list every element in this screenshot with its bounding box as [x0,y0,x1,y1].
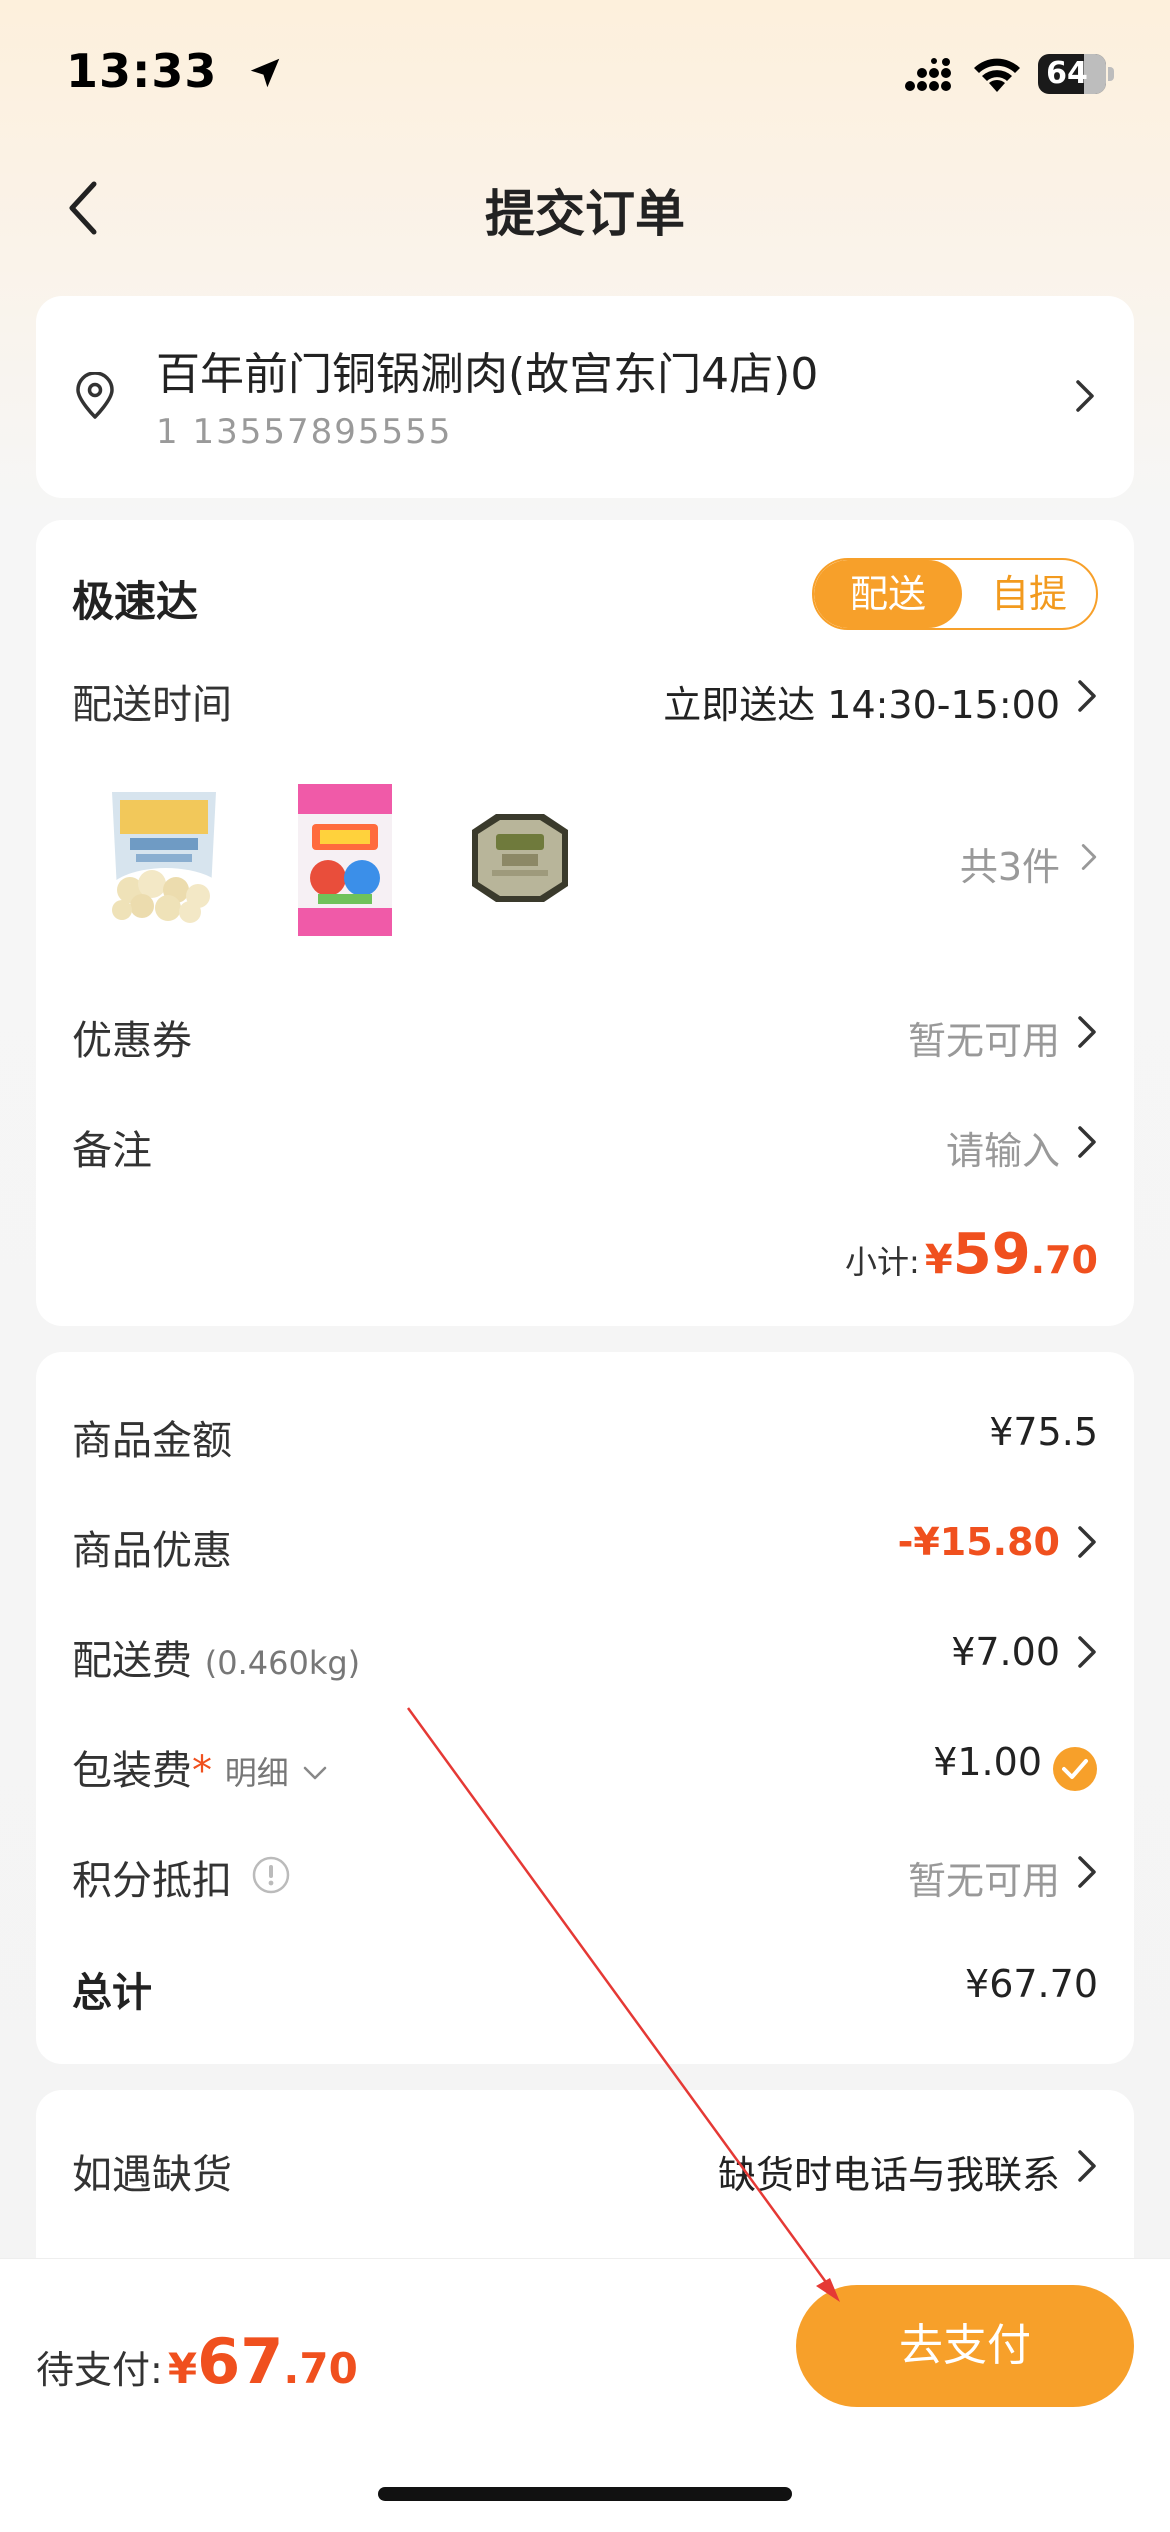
wifi-icon [974,58,1020,92]
mode-pickup-option[interactable]: 自提 [962,560,1096,628]
item-count[interactable]: 共3件 [960,836,1060,891]
out-of-stock-option[interactable]: 缺货时电话与我联系 [718,2144,1060,2199]
total-value: ¥67.70 [965,1962,1098,2006]
subtotal-currency: ¥ [924,1237,953,1283]
chevron-right-icon [1078,2150,1096,2182]
home-indicator [378,2487,792,2501]
points-value[interactable]: 暂无可用 [908,1850,1060,1905]
delivery-fee-value[interactable]: ¥7.00 [951,1630,1060,1674]
chevron-right-icon [1078,1526,1096,1558]
product-thumbnail[interactable] [270,778,420,938]
delivery-mode-toggle[interactable]: 配送 自提 [812,558,1098,630]
amount-due: 待支付: ¥67.70 [36,2325,358,2398]
shop-name: 极速达 [72,577,199,626]
required-star: * [192,1748,212,1794]
chevron-right-icon [1076,380,1094,412]
fee-card: 商品金额 ¥75.5 商品优惠 -¥15.80 配送费 (0.460kg) ¥7… [36,1352,1134,2064]
packaging-fee-value: ¥1.00 [933,1740,1042,1784]
battery-level: 64 [1046,56,1088,91]
delivery-weight: (0.460kg) [204,1644,361,1682]
product-thumbnail[interactable] [90,778,240,938]
cellular-signal-icon [905,58,951,91]
coupon-label: 优惠券 [72,1018,192,1064]
goods-amount-label: 商品金额 [72,1418,232,1464]
delivery-fee-text: 配送费 [72,1638,192,1684]
out-of-stock-label: 如遇缺货 [72,2152,232,2198]
info-icon[interactable] [252,1856,290,1894]
goods-discount-label: 商品优惠 [72,1528,232,1574]
address-contact: 1 13557895555 [156,412,453,452]
delivery-time-value[interactable]: 立即送达 14:30-15:00 [663,674,1060,729]
total-label: 总计 [72,1970,152,2016]
packaging-fee-label: 包装费* 明细 [72,1738,329,1796]
location-arrow-icon [250,58,280,88]
delivery-fee-label: 配送费 (0.460kg) [72,1628,360,1686]
mode-delivery-option[interactable]: 配送 [814,560,962,628]
amount-due-integer: 67 [197,2325,284,2398]
pay-button[interactable]: 去支付 [796,2285,1134,2407]
subtotal: 小计: ¥59.70 [845,1222,1098,1287]
amount-due-label: 待支付: [36,2348,163,2392]
chevron-right-icon [1078,1126,1096,1158]
goods-amount-value: ¥75.5 [989,1410,1098,1454]
address-card[interactable]: 百年前门铜锅涮肉(故宫东门4店)0 1 13557895555 [36,296,1134,498]
product-thumbnail[interactable] [444,778,594,938]
status-bar: 13:33 64 [0,0,1170,150]
note-input[interactable]: 请输入 [946,1120,1060,1175]
status-time: 13:33 [66,44,218,98]
note-label: 备注 [72,1128,152,1174]
location-pin-icon [76,372,114,419]
chevron-right-icon [1078,1636,1096,1668]
subtotal-integer: 59 [952,1222,1031,1287]
amount-due-currency: ¥ [167,2344,198,2393]
order-card: 极速达 配送 自提 配送时间 立即送达 14:30-15:00 共3件 优惠券 … [36,520,1134,1326]
subtotal-decimal: .70 [1030,1238,1098,1282]
chevron-right-icon [1078,1016,1096,1048]
battery-icon: 64 [1038,54,1114,94]
page-title: 提交订单 [485,185,685,243]
packaging-detail-toggle[interactable]: 明细 [225,1754,289,1792]
chevron-right-icon [1078,680,1096,712]
coupon-value[interactable]: 暂无可用 [908,1010,1060,1065]
chevron-right-icon [1078,1856,1096,1888]
subtotal-label: 小计: [845,1243,920,1281]
amount-due-decimal: .70 [283,2344,358,2393]
goods-discount-value[interactable]: -¥15.80 [898,1520,1060,1564]
delivery-time-label: 配送时间 [72,682,232,728]
address-name: 百年前门铜锅涮肉(故宫东门4店)0 [156,349,819,400]
check-circle-icon[interactable] [1052,1746,1098,1792]
points-label: 积分抵扣 [72,1858,232,1904]
chevron-down-icon[interactable] [301,1763,329,1783]
packaging-fee-text: 包装费 [72,1748,192,1794]
checkout-bar: 待支付: ¥67.70 去支付 [0,2258,1170,2532]
chevron-right-icon [1081,844,1097,870]
